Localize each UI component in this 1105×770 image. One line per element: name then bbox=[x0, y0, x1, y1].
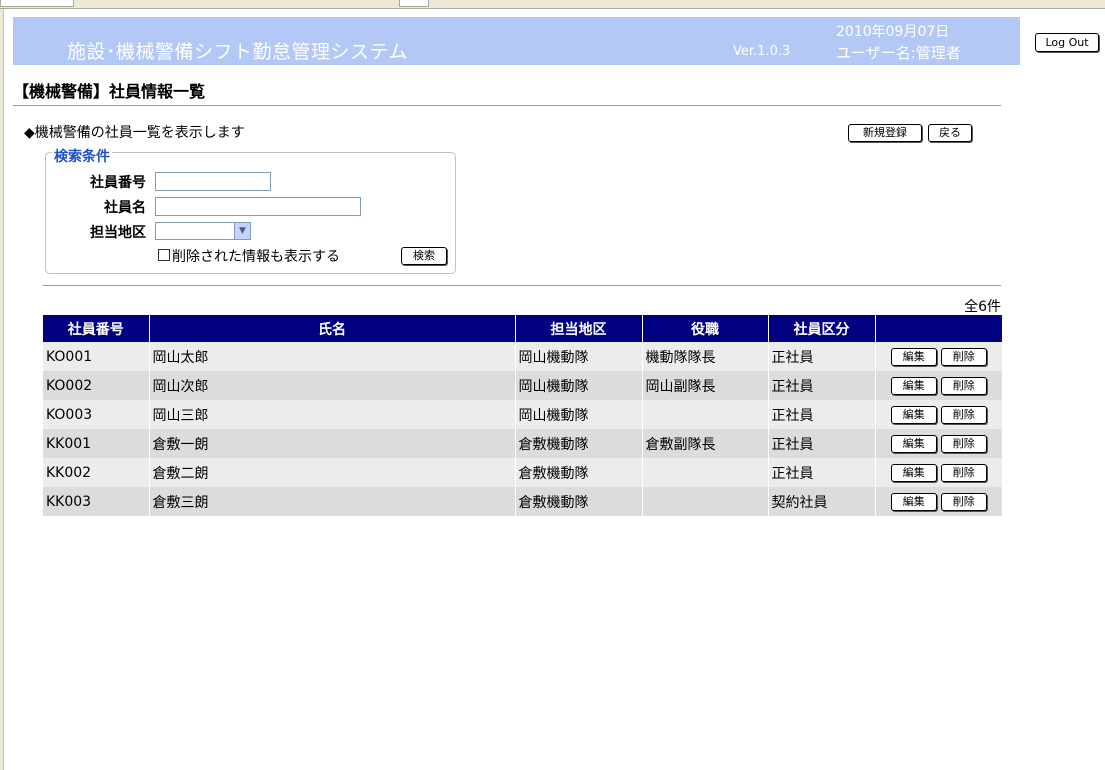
back-button[interactable]: 戻る bbox=[928, 124, 972, 142]
cell-area: 岡山機動隊 bbox=[515, 371, 643, 400]
cell-employee-number: KK001 bbox=[43, 429, 150, 458]
search-button[interactable]: 検索 bbox=[401, 247, 447, 265]
cell-position bbox=[642, 400, 769, 429]
table-row: KK002 倉敷二朗 倉敷機動隊 正社員 編集 削除 bbox=[43, 458, 1002, 487]
cell-area: 岡山機動隊 bbox=[515, 342, 643, 371]
cell-employee-number: KO002 bbox=[43, 371, 150, 400]
cell-position: 機動隊隊長 bbox=[642, 342, 769, 371]
search-conditions-legend: 検索条件 bbox=[52, 146, 112, 166]
cell-employee-number: KK003 bbox=[43, 487, 150, 516]
column-header-actions bbox=[875, 315, 1002, 342]
delete-button[interactable]: 削除 bbox=[940, 376, 987, 395]
cell-employee-type: 正社員 bbox=[768, 429, 876, 458]
edit-button[interactable]: 編集 bbox=[890, 376, 937, 395]
cell-employee-number: KK002 bbox=[43, 458, 150, 487]
area-select[interactable]: ▼ bbox=[155, 222, 251, 240]
cell-position bbox=[642, 458, 769, 487]
cell-area: 岡山機動隊 bbox=[515, 400, 643, 429]
cell-actions: 編集 削除 bbox=[875, 400, 1002, 429]
employee-name-label: 社員名 bbox=[104, 200, 146, 216]
table-row: KK003 倉敷三朗 倉敷機動隊 契約社員 編集 削除 bbox=[43, 487, 1002, 516]
edit-button[interactable]: 編集 bbox=[890, 492, 937, 511]
logout-button[interactable]: Log Out bbox=[1035, 33, 1099, 52]
employee-number-input[interactable] bbox=[155, 172, 271, 191]
cell-employee-type: 正社員 bbox=[768, 400, 876, 429]
chevron-down-icon[interactable]: ▼ bbox=[234, 223, 250, 239]
table-row: KO002 岡山次郎 岡山機動隊 岡山副隊長 正社員 編集 削除 bbox=[43, 371, 1002, 400]
system-title: 施設･機械警備シフト勤怠管理システム bbox=[67, 41, 408, 63]
cell-name: 倉敷三朗 bbox=[149, 487, 516, 516]
cell-actions: 編集 削除 bbox=[875, 371, 1002, 400]
delete-button[interactable]: 削除 bbox=[940, 405, 987, 424]
cell-employee-number: KO001 bbox=[43, 342, 150, 371]
column-header-position: 役職 bbox=[642, 315, 769, 342]
table-row: KO001 岡山太郎 岡山機動隊 機動隊隊長 正社員 編集 削除 bbox=[43, 342, 1002, 371]
delete-button[interactable]: 削除 bbox=[940, 492, 987, 511]
page-description: ◆機械警備の社員一覧を表示します bbox=[24, 125, 245, 141]
user-name: ユーザー名:管理者 bbox=[836, 44, 961, 62]
cell-actions: 編集 削除 bbox=[875, 342, 1002, 371]
table-row: KO003 岡山三郎 岡山機動隊 正社員 編集 削除 bbox=[43, 400, 1002, 429]
employee-name-input[interactable] bbox=[155, 197, 361, 216]
cell-position bbox=[642, 487, 769, 516]
cell-employee-type: 正社員 bbox=[768, 342, 876, 371]
divider bbox=[13, 105, 1001, 106]
result-count: 全6件 bbox=[964, 299, 1001, 315]
delete-button[interactable]: 削除 bbox=[940, 463, 987, 482]
cell-employee-type: 契約社員 bbox=[768, 487, 876, 516]
cell-employee-type: 正社員 bbox=[768, 371, 876, 400]
new-register-button[interactable]: 新規登録 bbox=[848, 124, 922, 142]
app-header-banner: 施設･機械警備シフト勤怠管理システム Ver.1.0.3 2010年09月07日… bbox=[13, 17, 1020, 65]
column-header-area: 担当地区 bbox=[515, 315, 643, 342]
edit-button[interactable]: 編集 bbox=[890, 347, 937, 366]
area-label: 担当地区 bbox=[90, 225, 146, 241]
current-date: 2010年09月07日 bbox=[836, 24, 950, 40]
version-label: Ver.1.0.3 bbox=[733, 44, 791, 59]
table-header-row: 社員番号 氏名 担当地区 役職 社員区分 bbox=[43, 315, 1002, 342]
delete-button[interactable]: 削除 bbox=[940, 347, 987, 366]
cell-name: 岡山次郎 bbox=[149, 371, 516, 400]
cell-actions: 編集 削除 bbox=[875, 429, 1002, 458]
edit-button[interactable]: 編集 bbox=[890, 463, 937, 482]
cell-name: 岡山三郎 bbox=[149, 400, 516, 429]
edit-button[interactable]: 編集 bbox=[890, 434, 937, 453]
browser-tab[interactable] bbox=[399, 0, 429, 7]
cell-name: 倉敷一朗 bbox=[149, 429, 516, 458]
cell-employee-number: KO003 bbox=[43, 400, 150, 429]
column-header-employee-number: 社員番号 bbox=[43, 315, 150, 342]
cell-employee-type: 正社員 bbox=[768, 458, 876, 487]
cell-area: 倉敷機動隊 bbox=[515, 458, 643, 487]
cell-actions: 編集 削除 bbox=[875, 487, 1002, 516]
cell-name: 岡山太郎 bbox=[149, 342, 516, 371]
cell-actions: 編集 削除 bbox=[875, 458, 1002, 487]
cell-area: 倉敷機動隊 bbox=[515, 429, 643, 458]
cell-position: 岡山副隊長 bbox=[642, 371, 769, 400]
edit-button[interactable]: 編集 bbox=[890, 405, 937, 424]
employee-number-label: 社員番号 bbox=[90, 175, 146, 191]
window-left-edge bbox=[0, 9, 4, 770]
delete-button[interactable]: 削除 bbox=[940, 434, 987, 453]
browser-tab[interactable] bbox=[0, 0, 74, 7]
cell-position: 倉敷副隊長 bbox=[642, 429, 769, 458]
cell-area: 倉敷機動隊 bbox=[515, 487, 643, 516]
table-row: KK001 倉敷一朗 倉敷機動隊 倉敷副隊長 正社員 編集 削除 bbox=[43, 429, 1002, 458]
page-title: 【機械警備】社員情報一覧 bbox=[13, 82, 206, 101]
browser-tab-strip bbox=[0, 0, 1105, 9]
cell-name: 倉敷二朗 bbox=[149, 458, 516, 487]
column-header-employee-type: 社員区分 bbox=[768, 315, 876, 342]
show-deleted-label[interactable]: 削除された情報も表示する bbox=[172, 246, 340, 266]
divider bbox=[43, 285, 1001, 286]
employee-table: 社員番号 氏名 担当地区 役職 社員区分 KO001 岡山太郎 岡山機動隊 機動… bbox=[43, 315, 1002, 516]
column-header-name: 氏名 bbox=[149, 315, 516, 342]
show-deleted-checkbox[interactable] bbox=[158, 249, 170, 261]
